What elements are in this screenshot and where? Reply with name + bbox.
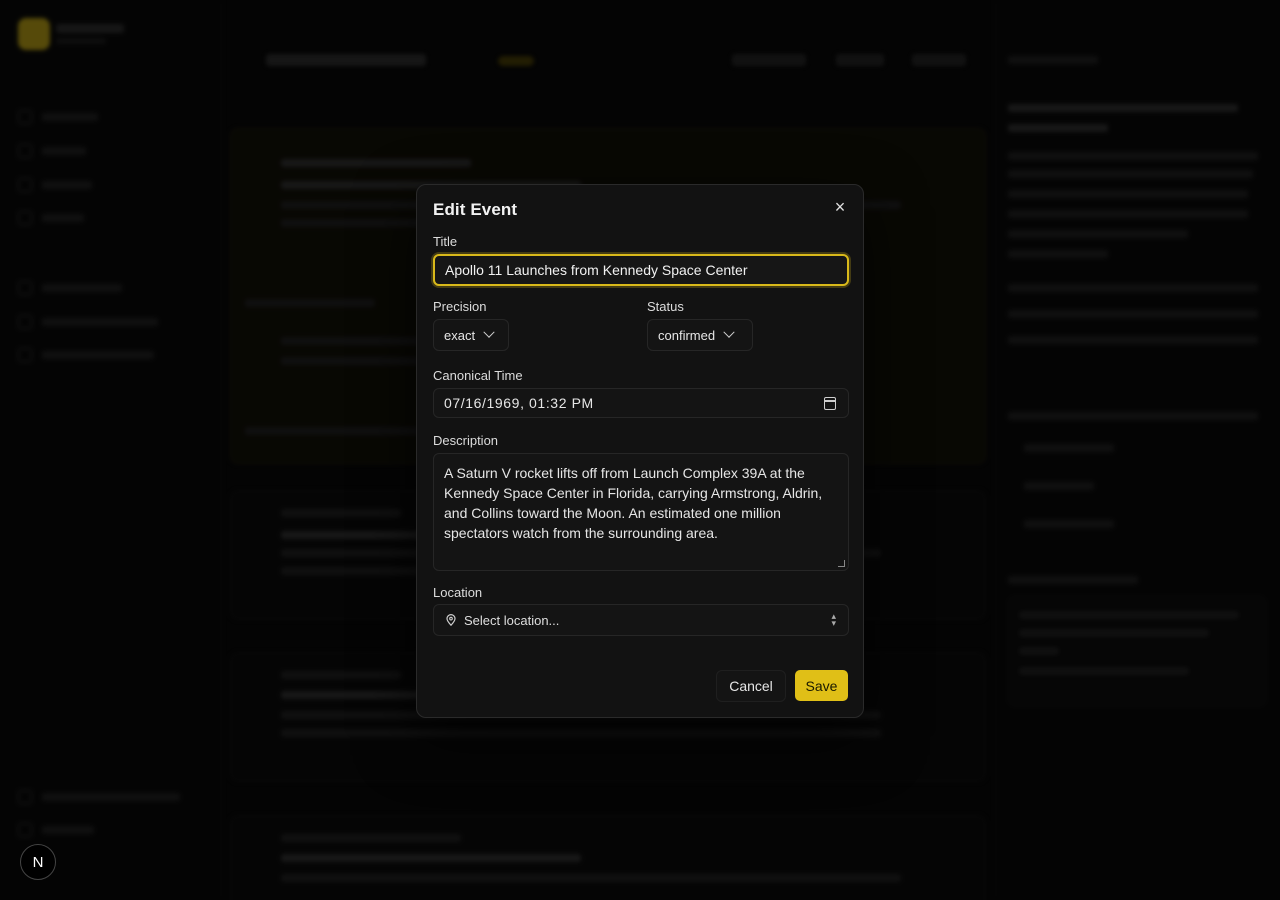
canonical-time-input[interactable]: 07/16/1969, 01:32 PM	[433, 388, 849, 418]
canonical-time-value: 07/16/1969, 01:32 PM	[444, 395, 594, 411]
precision-value: exact	[444, 327, 476, 343]
status-value: confirmed	[658, 327, 716, 343]
precision-label: Precision	[433, 299, 487, 314]
location-select[interactable]: Select location... ▴ ▾	[433, 604, 849, 636]
description-label: Description	[433, 433, 499, 448]
title-input[interactable]	[433, 254, 849, 286]
edit-event-dialog: Edit Event × Title Precision exact Statu…	[416, 184, 864, 718]
location-placeholder: Select location...	[464, 612, 560, 628]
user-avatar[interactable]: N	[20, 844, 56, 880]
chevron-down-icon	[483, 326, 495, 338]
map-pin-icon	[446, 614, 456, 626]
close-icon[interactable]: ×	[831, 198, 849, 217]
resize-handle-icon[interactable]	[838, 560, 845, 567]
title-label: Title	[433, 234, 458, 249]
dialog-title: Edit Event	[433, 200, 518, 219]
chevron-down-icon	[723, 326, 735, 338]
location-label: Location	[433, 585, 483, 600]
chevron-up-down-icon: ▴ ▾	[831, 611, 836, 628]
status-select[interactable]: confirmed	[647, 319, 753, 351]
precision-select[interactable]: exact	[433, 319, 509, 351]
cancel-button[interactable]: Cancel	[716, 670, 786, 702]
description-textarea[interactable]: A Saturn V rocket lifts off from Launch …	[433, 453, 849, 571]
status-label: Status	[647, 299, 684, 314]
calendar-icon[interactable]	[824, 397, 836, 410]
description-value: A Saturn V rocket lifts off from Launch …	[444, 465, 823, 541]
save-button[interactable]: Save	[795, 670, 848, 701]
canonical-time-label: Canonical Time	[433, 368, 523, 383]
